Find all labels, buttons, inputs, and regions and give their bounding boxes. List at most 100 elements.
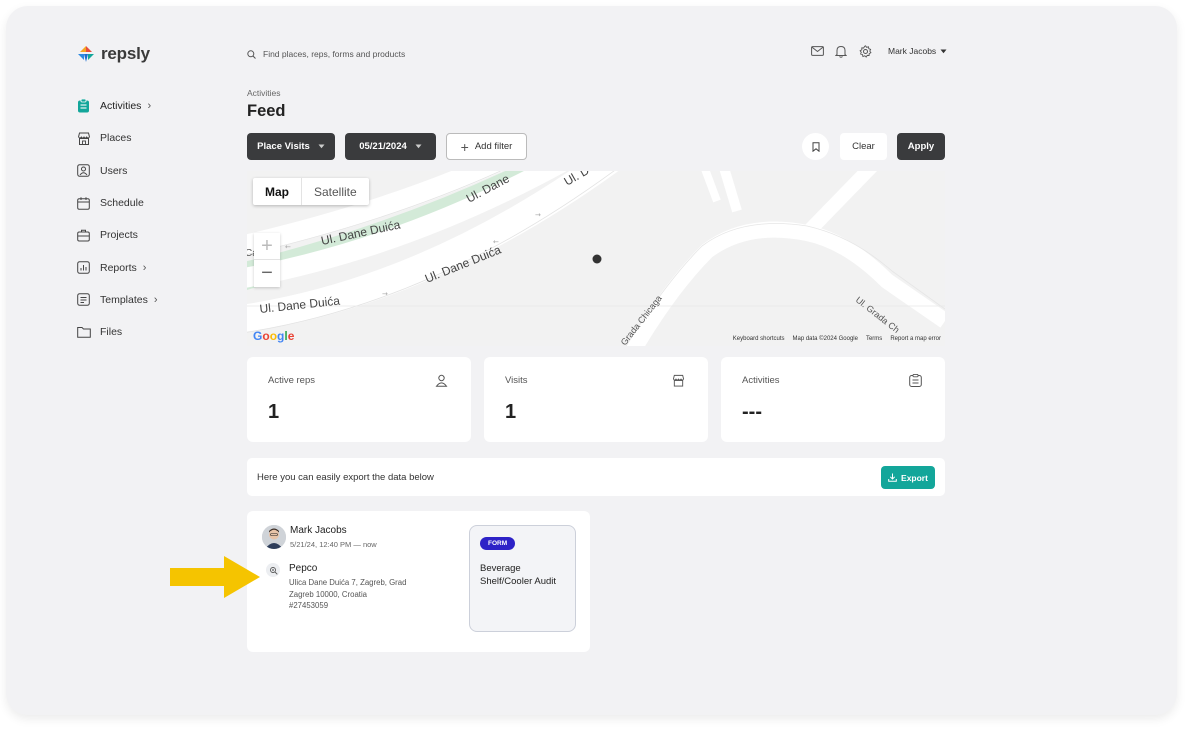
visit-time: 5/21/24, 12:40 PM — now bbox=[290, 540, 377, 549]
caret-down-icon bbox=[940, 49, 947, 53]
briefcase-icon bbox=[76, 228, 91, 243]
stat-value: 1 bbox=[505, 401, 517, 423]
avatar bbox=[262, 525, 286, 549]
rep-name[interactable]: Mark Jacobs bbox=[290, 525, 347, 536]
filter-date-label: 05/21/2024 bbox=[359, 141, 407, 152]
svg-text:←: ← bbox=[493, 238, 499, 246]
stat-label: Active reps bbox=[268, 375, 315, 386]
bookmark-button[interactable] bbox=[802, 133, 829, 160]
map-view[interactable]: Ul. Dane Duića Ul. Dane Duića Ul. Dane D… bbox=[247, 171, 945, 346]
keyboard-shortcuts-link[interactable]: Keyboard shortcuts bbox=[733, 336, 785, 342]
place-code: #27453059 bbox=[289, 601, 329, 610]
breadcrumb[interactable]: Activities bbox=[247, 88, 281, 98]
place-address-block: Ulica Dane Duića 7, Zagreb, Grad Zagreb … bbox=[289, 577, 419, 612]
stat-card-active-reps: Active reps 1 bbox=[247, 357, 471, 442]
apply-button[interactable]: Apply bbox=[897, 133, 945, 160]
user-menu[interactable]: Mark Jacobs bbox=[888, 46, 947, 56]
activities-icon bbox=[909, 374, 922, 387]
report-map-error-link[interactable]: Report a map error bbox=[890, 336, 941, 342]
add-filter-label: Add filter bbox=[474, 141, 513, 152]
gear-icon[interactable] bbox=[858, 44, 872, 58]
plus-icon: + bbox=[460, 138, 469, 155]
sidebar-item-schedule[interactable]: Schedule bbox=[76, 187, 226, 219]
map-type-map[interactable]: Map bbox=[253, 178, 301, 205]
sidebar-item-places[interactable]: Places bbox=[76, 122, 226, 154]
zoom-out-button[interactable]: − bbox=[254, 260, 280, 287]
form-card[interactable]: FORM Beverage Shelf/Cooler Audit bbox=[469, 525, 576, 632]
chart-icon bbox=[76, 260, 91, 275]
sidebar-item-label: Activities bbox=[100, 100, 142, 113]
export-hint-text: Here you can easily export the data belo… bbox=[257, 472, 434, 483]
sidebar-item-templates[interactable]: Templates › bbox=[76, 284, 226, 316]
stat-value: 1 bbox=[268, 401, 280, 423]
filter-type-label: Place Visits bbox=[257, 141, 310, 152]
add-filter-button[interactable]: + Add filter bbox=[446, 133, 527, 160]
bell-icon[interactable] bbox=[834, 44, 848, 58]
caret-down-icon bbox=[318, 144, 325, 149]
pointer-arrow-icon bbox=[170, 556, 260, 598]
sidebar-item-label: Reports bbox=[100, 261, 137, 274]
download-icon bbox=[888, 473, 897, 482]
export-bar: Here you can easily export the data belo… bbox=[247, 458, 945, 496]
date-filter-button[interactable]: 05/21/2024 bbox=[345, 133, 436, 160]
sidebar-nav: Activities › Places Users Schedule Proje… bbox=[76, 90, 226, 348]
logo-mark-icon bbox=[78, 46, 94, 62]
logo-text: repsly bbox=[101, 44, 150, 63]
map-data-text: Map data ©2024 Google bbox=[792, 336, 858, 342]
sidebar-item-activities[interactable]: Activities › bbox=[76, 90, 226, 122]
user-icon bbox=[435, 374, 448, 387]
sidebar-item-label: Users bbox=[100, 164, 128, 177]
sidebar-item-users[interactable]: Users bbox=[76, 155, 226, 187]
zoom-in-button[interactable]: + bbox=[254, 233, 280, 260]
sidebar-item-label: Templates bbox=[100, 293, 148, 306]
activities-icon bbox=[76, 99, 91, 114]
folder-icon bbox=[76, 325, 91, 340]
chevron-right-icon: › bbox=[153, 293, 158, 306]
caret-down-icon bbox=[415, 144, 422, 149]
map-type-toggle: Map Satellite bbox=[253, 178, 369, 205]
page-title: Feed bbox=[247, 102, 286, 120]
search-input[interactable] bbox=[263, 49, 523, 59]
map-type-satellite[interactable]: Satellite bbox=[301, 178, 369, 205]
store-icon bbox=[672, 374, 685, 387]
map-zoom-controls: + − bbox=[254, 233, 280, 287]
store-icon bbox=[76, 131, 91, 146]
place-visits-filter-button[interactable]: Place Visits bbox=[247, 133, 335, 160]
svg-text:→: → bbox=[382, 290, 388, 298]
chevron-right-icon: › bbox=[147, 100, 152, 113]
stat-value: --- bbox=[742, 401, 762, 423]
clear-button[interactable]: Clear bbox=[840, 133, 887, 160]
global-search bbox=[247, 46, 547, 62]
sidebar-item-reports[interactable]: Reports › bbox=[76, 251, 226, 283]
chevron-right-icon: › bbox=[142, 261, 147, 274]
place-address: Ulica Dane Duića 7, Zagreb, Grad Zagreb … bbox=[289, 578, 407, 599]
form-badge: FORM bbox=[480, 537, 516, 550]
stat-label: Activities bbox=[742, 375, 780, 386]
stat-card-activities: Activities --- bbox=[721, 357, 945, 442]
sidebar-item-label: Schedule bbox=[100, 197, 144, 210]
google-logo: Google bbox=[253, 329, 295, 343]
bookmark-icon bbox=[812, 141, 819, 152]
calendar-icon bbox=[76, 196, 91, 211]
form-title: Beverage Shelf/Cooler Audit bbox=[480, 563, 557, 587]
repsly-logo[interactable]: repsly bbox=[76, 44, 150, 64]
place-name[interactable]: Pepco bbox=[289, 563, 317, 574]
stat-label: Visits bbox=[505, 375, 528, 386]
stat-card-visits: Visits 1 bbox=[484, 357, 708, 442]
terms-link[interactable]: Terms bbox=[866, 336, 882, 342]
street-label: Ul. Grada Ch bbox=[854, 295, 902, 335]
sidebar-item-files[interactable]: Files bbox=[76, 316, 226, 348]
mail-icon[interactable] bbox=[810, 44, 824, 58]
svg-text:→: → bbox=[535, 211, 541, 219]
user-name: Mark Jacobs bbox=[888, 46, 937, 56]
sidebar-item-label: Files bbox=[100, 326, 123, 339]
svg-text:Ul. Grada Ch: Ul. Grada Ch bbox=[854, 295, 902, 335]
header-icons bbox=[810, 44, 872, 58]
sidebar-item-projects[interactable]: Projects bbox=[76, 219, 226, 251]
visit-card[interactable]: Mark Jacobs 5/21/24, 12:40 PM — now Pepc… bbox=[247, 511, 590, 652]
template-icon bbox=[76, 292, 91, 307]
sidebar-item-label: Projects bbox=[100, 229, 138, 242]
place-pin-icon bbox=[266, 563, 280, 577]
sidebar-item-label: Places bbox=[100, 132, 132, 145]
export-button[interactable]: Export bbox=[881, 466, 935, 489]
